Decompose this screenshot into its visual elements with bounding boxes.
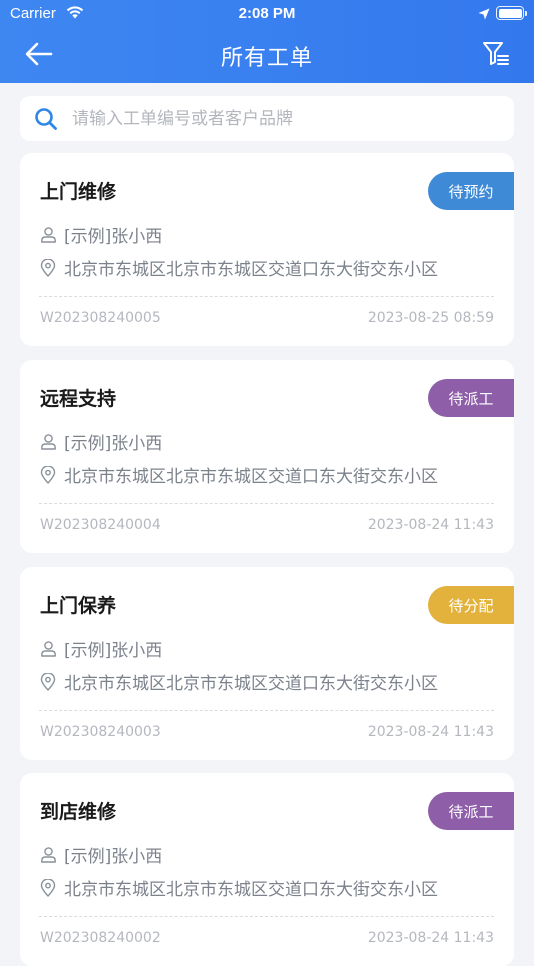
address-row: 北京市东城区北京市东城区交道口东大街交东小区 bbox=[39, 669, 438, 694]
nav-header: Carrier 2:08 PM 所有工单 bbox=[0, 0, 534, 83]
customer-name: [示例]张小西 bbox=[64, 434, 163, 454]
status-badge: 待分配 bbox=[428, 586, 514, 624]
order-title: 到店维修 bbox=[40, 801, 117, 823]
person-icon bbox=[39, 433, 57, 451]
order-code: W202308240004 bbox=[40, 517, 161, 533]
address-text: 北京市东城区北京市东城区交道口东大街交东小区 bbox=[64, 467, 438, 487]
location-pin-icon bbox=[39, 465, 57, 484]
customer-row: [示例]张小西 bbox=[39, 842, 162, 867]
address-row: 北京市东城区北京市东城区交道口东大街交东小区 bbox=[39, 875, 438, 900]
order-datetime: 2023-08-24 11:43 bbox=[367, 517, 494, 533]
order-code: W202308240003 bbox=[40, 724, 161, 740]
status-badge: 待派工 bbox=[428, 792, 514, 830]
order-title: 上门保养 bbox=[40, 595, 117, 617]
order-card[interactable]: 到店维修 待派工 [示例]张小西北京市东城区北京市东城区交道口东大街交东小区 W202… bbox=[20, 773, 514, 966]
divider bbox=[39, 916, 494, 917]
search-input[interactable] bbox=[72, 96, 502, 141]
divider bbox=[39, 296, 494, 297]
location-pin-icon bbox=[39, 258, 57, 277]
order-datetime: 2023-08-24 11:43 bbox=[367, 724, 494, 740]
status-badge: 待预约 bbox=[428, 172, 514, 210]
status-time: 2:08 PM bbox=[238, 5, 296, 22]
filter-button[interactable] bbox=[480, 38, 512, 70]
battery-icon bbox=[496, 6, 527, 20]
location-pin-icon bbox=[39, 672, 57, 691]
order-title: 远程支持 bbox=[40, 388, 117, 410]
page-title: 所有工单 bbox=[220, 46, 313, 71]
status-bar: Carrier 2:08 PM bbox=[0, 0, 534, 28]
address-row: 北京市东城区北京市东城区交道口东大街交东小区 bbox=[39, 255, 438, 280]
order-card[interactable]: 上门维修 待预约 [示例]张小西北京市东城区北京市东城区交道口东大街交东小区 W202… bbox=[20, 153, 514, 346]
location-arrow-icon bbox=[478, 6, 490, 24]
order-datetime: 2023-08-24 11:43 bbox=[367, 930, 494, 946]
customer-name: [示例]张小西 bbox=[64, 641, 163, 661]
customer-row: [示例]张小西 bbox=[39, 636, 162, 661]
address-text: 北京市东城区北京市东城区交道口东大街交东小区 bbox=[64, 674, 438, 694]
customer-row: [示例]张小西 bbox=[39, 222, 162, 247]
customer-name: [示例]张小西 bbox=[64, 227, 163, 247]
order-datetime: 2023-08-25 08:59 bbox=[367, 310, 494, 326]
order-code: W202308240002 bbox=[40, 930, 161, 946]
location-pin-icon bbox=[39, 878, 57, 897]
search-bar[interactable] bbox=[20, 96, 514, 141]
person-icon bbox=[39, 846, 57, 864]
address-text: 北京市东城区北京市东城区交道口东大街交东小区 bbox=[64, 880, 438, 900]
address-text: 北京市东城区北京市东城区交道口东大街交东小区 bbox=[64, 260, 438, 280]
order-title: 上门维修 bbox=[40, 181, 117, 203]
order-code: W202308240005 bbox=[40, 310, 161, 326]
address-row: 北京市东城区北京市东城区交道口东大街交东小区 bbox=[39, 462, 438, 487]
divider bbox=[39, 710, 494, 711]
status-badge: 待派工 bbox=[428, 379, 514, 417]
filter-list-icon bbox=[483, 42, 509, 65]
person-icon bbox=[39, 226, 57, 244]
order-card[interactable]: 上门保养 待分配 [示例]张小西北京市东城区北京市东城区交道口东大街交东小区 W202… bbox=[20, 567, 514, 760]
divider bbox=[39, 503, 494, 504]
search-icon bbox=[34, 107, 58, 135]
customer-row: [示例]张小西 bbox=[39, 429, 162, 454]
customer-name: [示例]张小西 bbox=[64, 847, 163, 867]
order-card[interactable]: 远程支持 待派工 [示例]张小西北京市东城区北京市东城区交道口东大街交东小区 W202… bbox=[20, 360, 514, 553]
person-icon bbox=[39, 640, 57, 658]
